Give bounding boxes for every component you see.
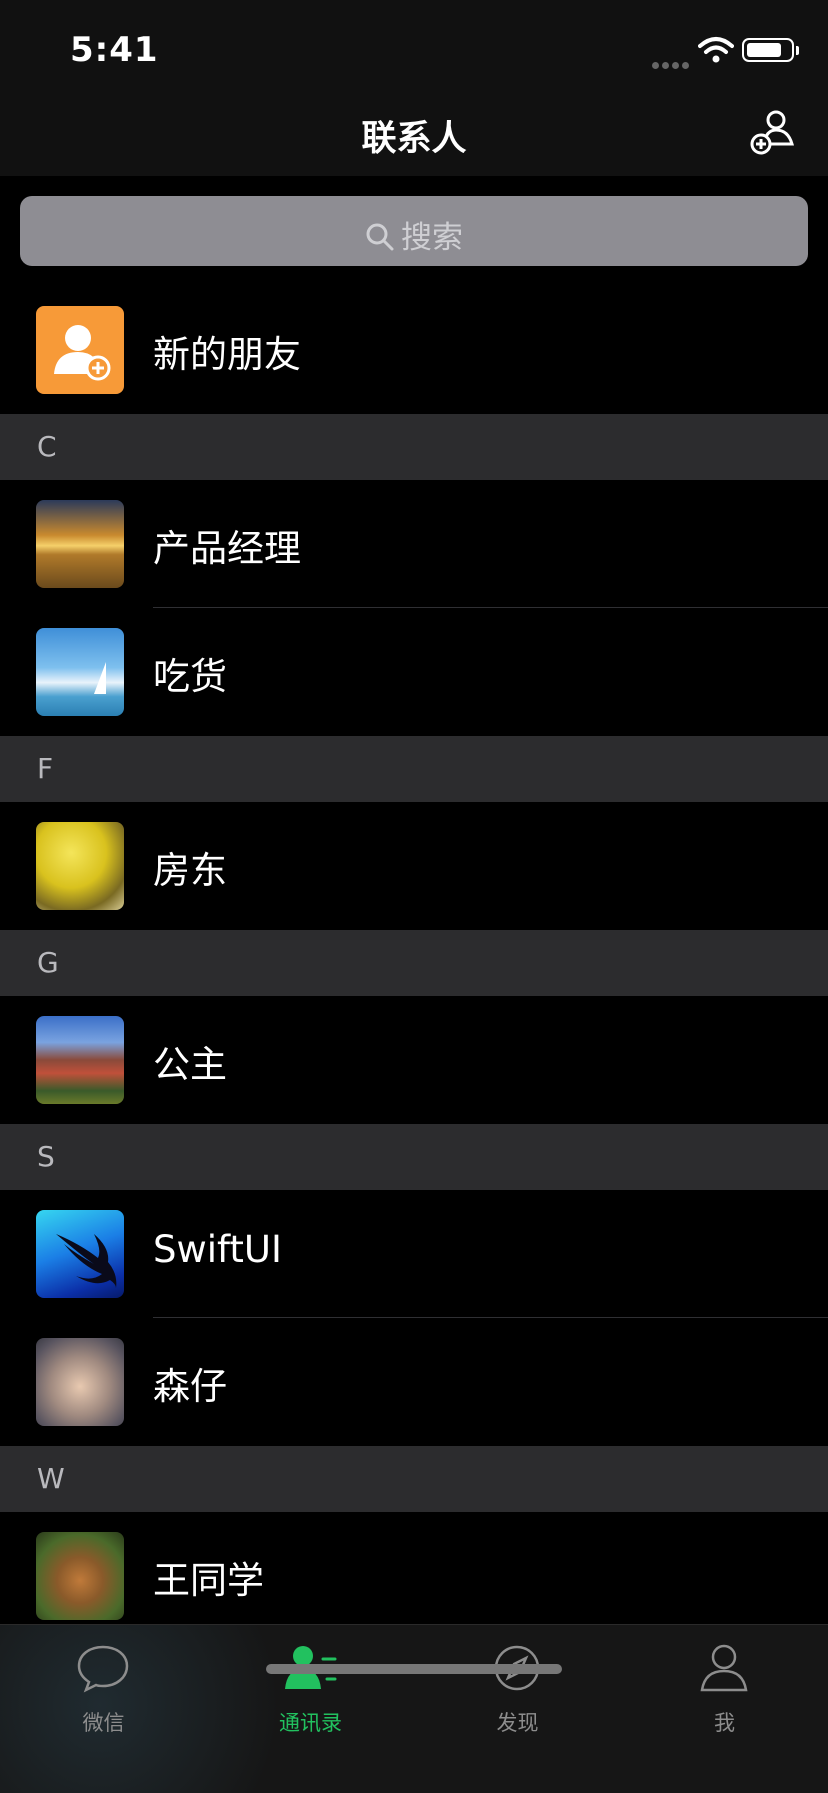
contact-row[interactable]: 吃货 [0, 608, 828, 736]
new-friend-avatar-icon [36, 306, 124, 394]
contact-name: 公主 [153, 1043, 227, 1086]
contact-name: 森仔 [153, 1365, 227, 1408]
wheat-field-sunset-avatar [36, 500, 124, 588]
status-time: 5:41 [70, 30, 159, 70]
yellow-umbrella-avatar [36, 822, 124, 910]
castle-house-avatar [36, 1016, 124, 1104]
wifi-icon [698, 37, 734, 63]
squirrel-avatar [36, 1532, 124, 1620]
sailboat-sky-avatar [36, 628, 124, 716]
navigation-bar: 联系人 [0, 88, 828, 176]
section-letter: G [37, 946, 59, 979]
tab-label: 我 [714, 1711, 735, 1735]
contact-row[interactable]: 产品经理 [0, 480, 828, 608]
new-friends-label: 新的朋友 [153, 333, 301, 376]
contact-name: 产品经理 [153, 527, 301, 570]
tab-discover[interactable]: 发现 [414, 1625, 621, 1745]
search-placeholder: 搜索 [401, 220, 463, 256]
section-header-s: S [0, 1124, 828, 1190]
search-input[interactable]: 搜索 [20, 196, 808, 266]
contact-row[interactable]: 公主 [0, 996, 828, 1124]
battery-icon [742, 38, 799, 62]
status-bar: 5:41 [0, 0, 828, 88]
detective-cartoon-avatar [36, 1338, 124, 1426]
contact-name: 房东 [153, 849, 227, 892]
cellular-signal-icon [652, 54, 692, 73]
tab-me[interactable]: 我 [621, 1625, 828, 1745]
contact-name: SwiftUI [153, 1228, 282, 1271]
swift-logo-avatar [36, 1210, 124, 1298]
tab-contacts[interactable]: 通讯录 [207, 1625, 414, 1745]
section-letter: C [37, 430, 57, 463]
add-contact-icon[interactable] [750, 108, 798, 156]
section-letter: F [37, 752, 54, 785]
tab-label: 通讯录 [279, 1711, 342, 1735]
search-icon [366, 223, 394, 251]
person-icon [700, 1644, 748, 1692]
section-header-f: F [0, 736, 828, 802]
tab-label: 微信 [82, 1711, 125, 1735]
tab-bar: 微信 通讯录 发现 我 [0, 1624, 828, 1793]
contact-name: 吃货 [153, 655, 227, 698]
contact-row[interactable]: 房东 [0, 802, 828, 930]
tab-chats[interactable]: 微信 [0, 1625, 207, 1745]
contact-row[interactable]: 王同学 [0, 1512, 828, 1640]
new-friends-row[interactable]: 新的朋友 [0, 286, 828, 414]
section-header-g: G [0, 930, 828, 996]
contact-list: 新的朋友 C 产品经理 吃货 F 房东 G 公主 S SwiftUI 森仔 W … [0, 286, 828, 1640]
section-letter: S [37, 1140, 55, 1173]
section-letter: W [37, 1462, 65, 1495]
page-title: 联系人 [361, 119, 467, 159]
contact-row[interactable]: SwiftUI [0, 1190, 828, 1318]
search-area: 搜索 [0, 176, 828, 276]
contact-row[interactable]: 森仔 [0, 1318, 828, 1446]
tab-label: 发现 [496, 1711, 539, 1735]
section-header-c: C [0, 414, 828, 480]
contact-name: 王同学 [153, 1559, 264, 1602]
chat-bubble-icon [77, 1645, 129, 1693]
section-header-w: W [0, 1446, 828, 1512]
home-indicator[interactable] [266, 1664, 562, 1674]
